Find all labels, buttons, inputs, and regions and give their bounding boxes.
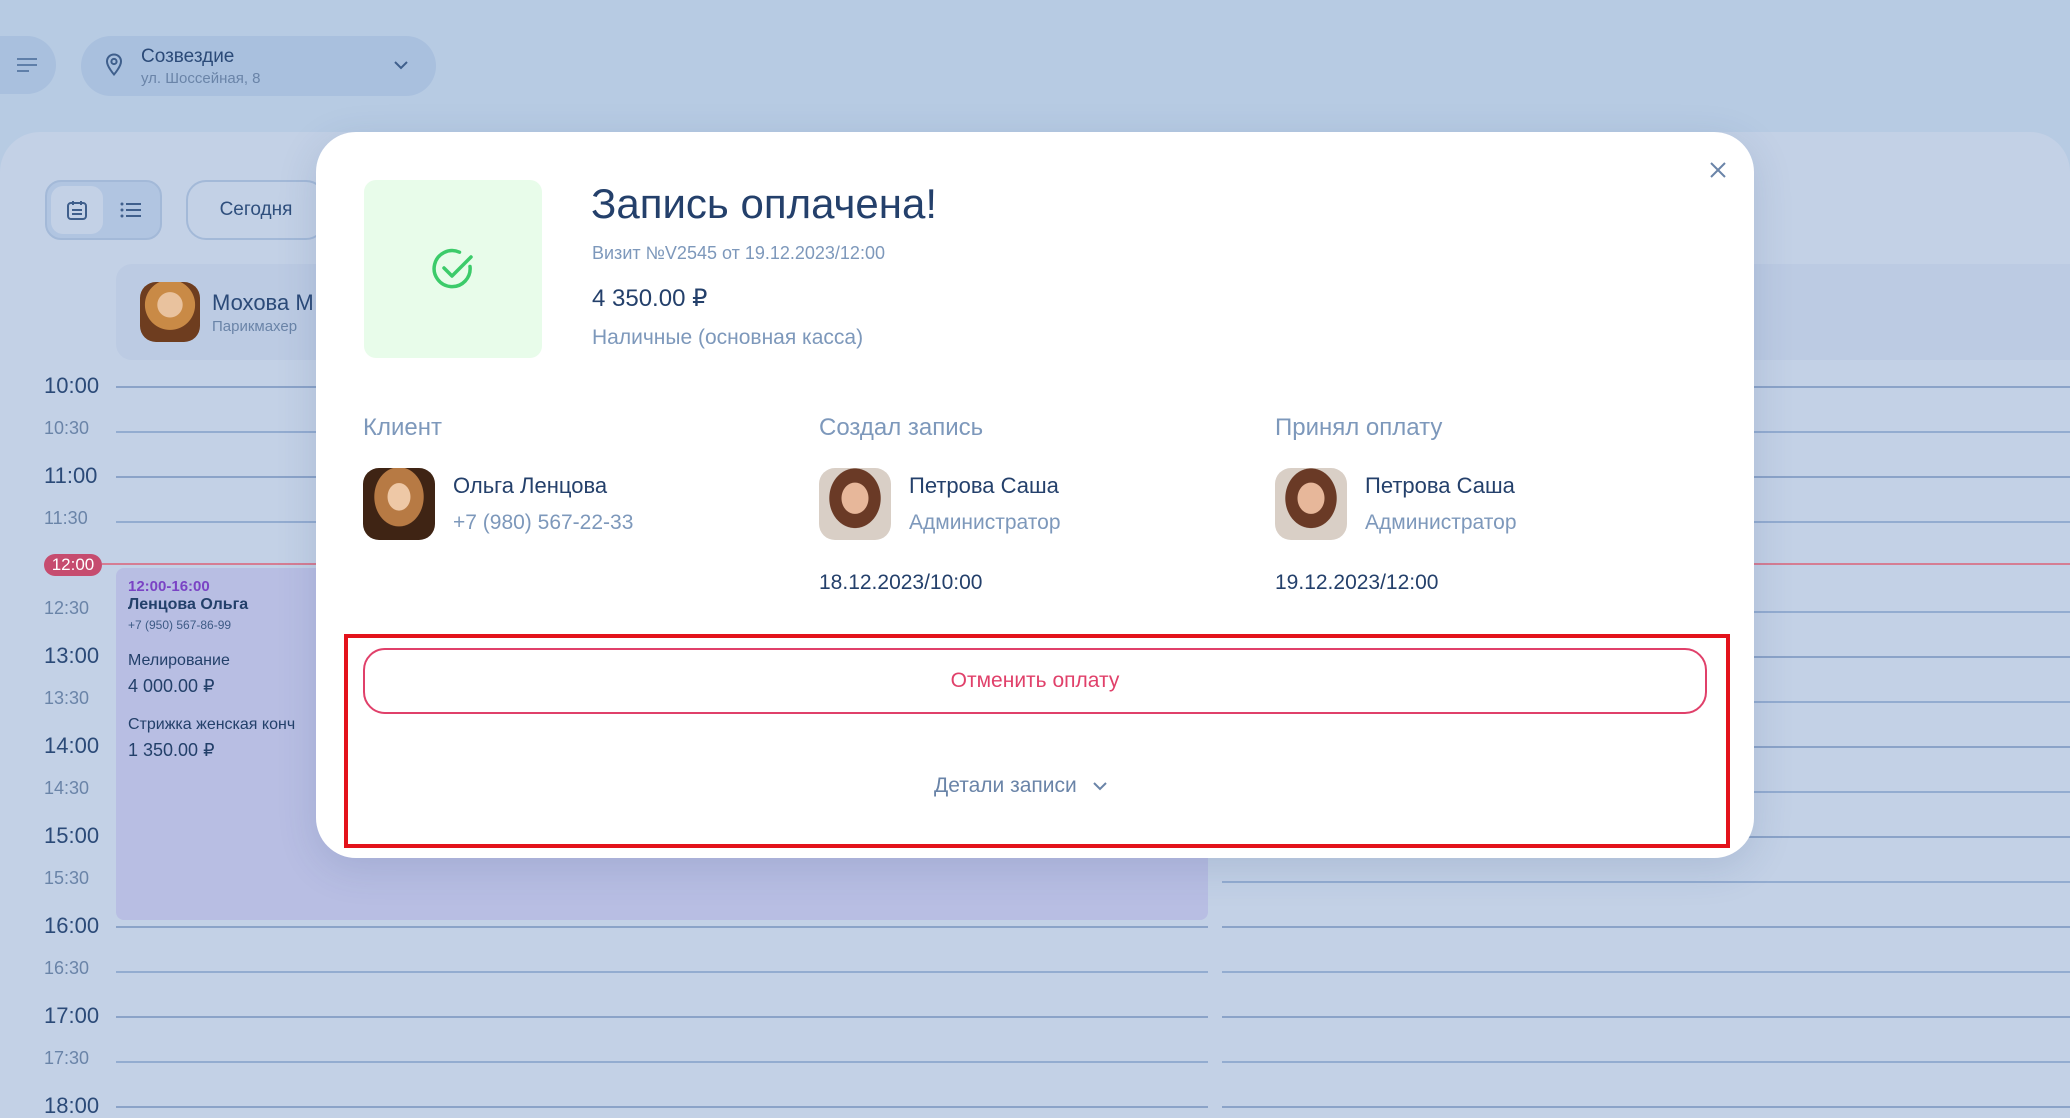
grid-line [116, 1016, 1208, 1018]
location-selector[interactable]: Созвездие ул. Шоссейная, 8 [81, 36, 436, 96]
current-time-badge: 12:00 [44, 554, 102, 576]
cashier-name: Петрова Саша [1365, 473, 1515, 498]
time-label: 13:00 [44, 643, 100, 668]
cashier-role: Администратор [1365, 511, 1517, 534]
cashier-avatar [1275, 468, 1347, 540]
cancel-payment-button[interactable]: Отменить оплату [363, 648, 1707, 714]
time-label: 12:30 [44, 598, 90, 618]
grid-line [1222, 1061, 2070, 1063]
location-name: Созвездие [141, 46, 235, 67]
menu-icon [17, 58, 37, 72]
creator-name: Петрова Саша [909, 473, 1059, 498]
appointment-price: 1 350.00 ₽ [128, 740, 215, 760]
grid-line [116, 1061, 1208, 1063]
staff-role: Парикмахер [212, 318, 298, 335]
payment-amount: 4 350.00 ₽ [592, 285, 708, 312]
grid-line [1222, 1106, 2070, 1108]
today-button[interactable]: Сегодня [186, 180, 326, 240]
creator-avatar [819, 468, 891, 540]
grid-line [1222, 926, 2070, 928]
appointment-price: 4 000.00 ₽ [128, 676, 215, 696]
grid-line [116, 926, 1208, 928]
client-name[interactable]: Ольга Ленцова [453, 473, 607, 499]
payment-date: 19.12.2023/12:00 [1275, 571, 1439, 594]
modal-title: Запись оплачена! [591, 180, 937, 227]
top-bar: Созвездие ул. Шоссейная, 8 [0, 0, 2070, 132]
grid-line [1222, 1016, 2070, 1018]
grid-line [1222, 971, 2070, 973]
close-icon [1710, 162, 1726, 178]
client-phone: +7 (980) 567-22-33 [453, 511, 634, 534]
time-label: 16:30 [44, 958, 90, 978]
created-by-heading: Создал запись [819, 414, 984, 441]
time-label: 18:00 [44, 1093, 100, 1118]
location-pin-icon [105, 53, 123, 77]
appointment-phone: +7 (950) 567-86-99 [128, 618, 232, 632]
chevron-down-icon [394, 61, 408, 70]
list-icon [120, 202, 141, 218]
appointment-service: Мелирование [128, 652, 230, 669]
chevron-down-icon [1093, 782, 1107, 791]
staff-name: Мохова М [212, 290, 314, 315]
payment-method: Наличные (основная касса) [592, 326, 864, 349]
calendar-view-button[interactable] [51, 186, 103, 234]
time-label: 10:00 [44, 373, 100, 398]
view-toggle [45, 180, 162, 240]
time-label: 11:00 [44, 463, 98, 488]
time-label: 17:00 [44, 1003, 100, 1028]
time-label: 11:30 [44, 508, 88, 528]
staff-avatar [140, 282, 200, 342]
record-details-toggle[interactable]: Детали записи [934, 771, 1109, 801]
list-view-button[interactable] [105, 186, 157, 234]
time-label: 14:00 [44, 733, 100, 758]
grid-line [116, 971, 1208, 973]
appointment-client: Ленцова Ольга [128, 596, 249, 613]
record-details-label: Детали записи [934, 774, 1077, 797]
time-label: 15:30 [44, 868, 90, 888]
accepted-by-heading: Принял оплату [1275, 414, 1443, 441]
appointment-service: Стрижка женская конч [128, 716, 296, 733]
visit-number: Визит №V2545 от 19.12.2023/12:00 [592, 243, 885, 263]
created-date: 18.12.2023/10:00 [819, 571, 983, 594]
menu-button[interactable] [0, 36, 56, 94]
time-label: 15:00 [44, 823, 100, 848]
client-heading: Клиент [363, 414, 442, 441]
time-label: 17:30 [44, 1048, 90, 1068]
grid-line [1222, 881, 2070, 883]
grid-line [116, 1106, 1208, 1108]
appointment-time: 12:00-16:00 [128, 578, 210, 595]
time-label: 16:00 [44, 913, 100, 938]
location-address: ул. Шоссейная, 8 [141, 70, 261, 87]
calendar-icon [67, 201, 87, 220]
close-button[interactable] [1702, 154, 1734, 186]
time-label: 13:30 [44, 688, 90, 708]
time-label: 10:30 [44, 418, 90, 438]
success-badge [364, 180, 542, 358]
time-label: 14:30 [44, 778, 90, 798]
client-avatar [363, 468, 435, 540]
creator-role: Администратор [909, 511, 1061, 534]
check-circle-icon [432, 248, 473, 289]
